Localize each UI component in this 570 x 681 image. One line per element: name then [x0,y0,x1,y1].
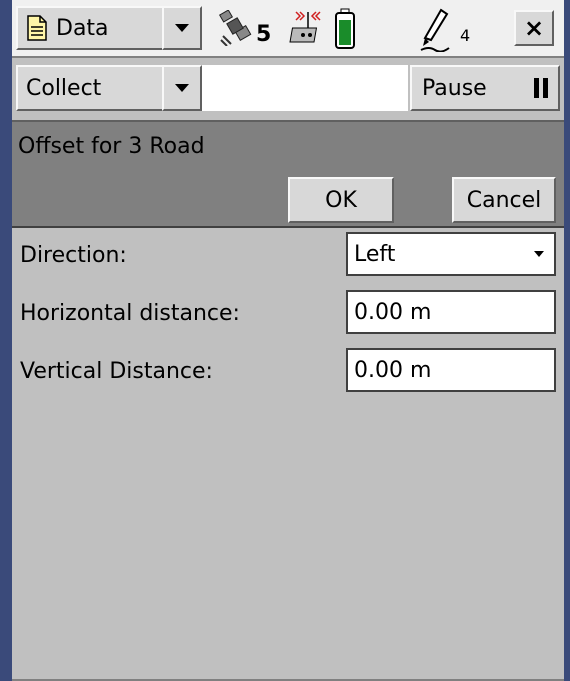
pen-icon[interactable] [419,8,453,52]
satellite-count: 5 [256,22,272,47]
collect-button[interactable]: Collect [16,65,166,111]
pause-button[interactable]: Pause [410,65,560,111]
data-menu-dropdown[interactable] [162,6,202,50]
ok-button[interactable]: OK [288,177,394,223]
ok-label: OK [325,187,357,213]
chevron-down-icon [534,251,544,257]
data-menu-label: Data [56,15,109,41]
vertical-distance-input[interactable]: 0.00 m [346,348,556,392]
direction-select[interactable]: Left [346,232,556,276]
top-bar: Data 5 4 × [12,0,564,58]
dialog-header: Offset for 3 Road OK Cancel [12,120,564,228]
direction-label: Direction: [20,243,127,268]
collect-dropdown[interactable] [162,65,202,111]
close-icon: × [523,14,545,42]
collect-label: Collect [26,75,102,101]
vertical-distance-label: Vertical Distance: [20,359,213,384]
collect-toolbar: Collect Pause [12,58,564,118]
direction-value: Left [354,241,396,267]
pen-count: 4 [460,26,471,45]
vertical-distance-value: 0.00 m [354,357,432,383]
horizontal-distance-value: 0.00 m [354,299,432,325]
cancel-label: Cancel [466,187,542,213]
app-window: Data 5 4 × Collect Pause Offset for 3 Ro… [12,0,564,681]
cancel-button[interactable]: Cancel [452,177,556,223]
satellite-icon[interactable] [217,10,253,46]
document-icon [27,15,47,41]
pause-icon [534,78,548,98]
horizontal-distance-input[interactable]: 0.00 m [346,290,556,334]
chevron-down-icon [175,84,189,92]
page-title: Offset for 3 Road [18,134,205,159]
pause-label: Pause [422,75,487,101]
status-field [202,65,408,111]
data-menu-button[interactable]: Data [16,6,166,50]
radio-icon[interactable] [288,8,328,48]
close-button[interactable]: × [514,10,554,46]
battery-icon[interactable] [334,8,356,50]
chevron-down-icon [175,24,189,32]
horizontal-distance-label: Horizontal distance: [20,301,240,326]
